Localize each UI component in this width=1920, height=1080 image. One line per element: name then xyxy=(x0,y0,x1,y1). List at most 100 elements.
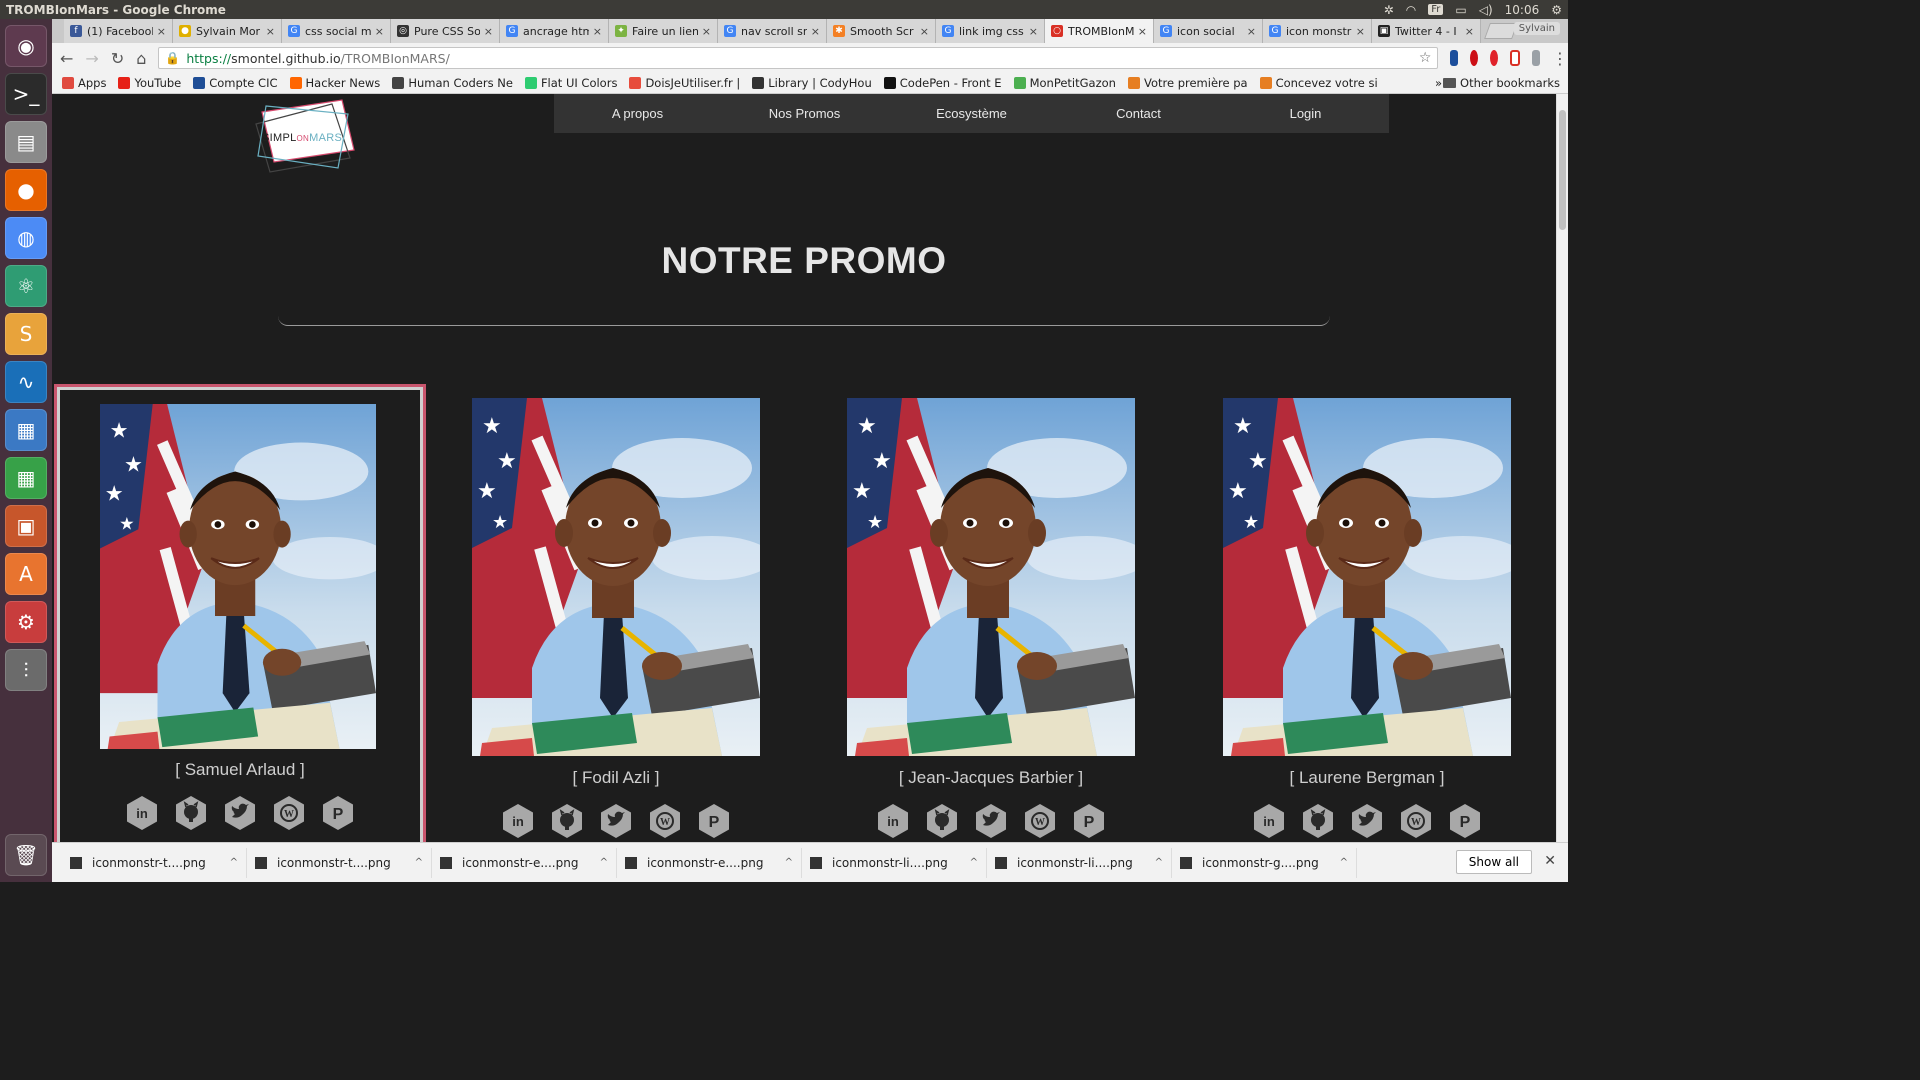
browser-tab[interactable]: Glink img css × xyxy=(936,19,1045,43)
bookmark-item[interactable]: DoisJeUtiliser.fr | xyxy=(629,76,740,90)
member-card[interactable]: ★ ★ ★ ★[ Fodil Azli ] in W P xyxy=(472,398,760,842)
bookmark-item[interactable]: Human Coders Ne xyxy=(392,76,513,90)
power-gear-icon[interactable]: ⚙ xyxy=(1551,3,1562,17)
bookmark-item[interactable]: Votre première pa xyxy=(1127,76,1248,90)
member-card[interactable]: ★ ★ ★ ★[ Jean-Jacques Barbier ] in W P xyxy=(847,398,1135,842)
bookmark-item[interactable]: Compte CIC xyxy=(193,76,278,90)
wordpress-icon[interactable]: W xyxy=(1398,803,1434,839)
browser-tab[interactable]: ● Sylvain Mor × xyxy=(173,19,282,43)
nav-item-contact[interactable]: Contact xyxy=(1055,94,1222,133)
chrome-icon[interactable]: ◍ xyxy=(5,217,47,259)
github-icon[interactable] xyxy=(173,795,209,831)
software-center-icon[interactable]: A xyxy=(5,553,47,595)
tab-close-icon[interactable]: × xyxy=(1247,25,1256,38)
pinterest-icon[interactable]: P xyxy=(320,795,356,831)
calc-icon[interactable]: ▦ xyxy=(5,457,47,499)
github-icon[interactable] xyxy=(549,803,585,839)
nav-item-ecosysteme[interactable]: Ecosystème xyxy=(888,94,1055,133)
download-item[interactable]: iconmonstr-li....png ^ xyxy=(802,847,987,878)
tab-close-icon[interactable]: × xyxy=(920,25,929,38)
gmail-icon[interactable] xyxy=(1510,50,1521,66)
download-menu-caret-icon[interactable]: ^ xyxy=(1155,857,1163,868)
member-card-hovered[interactable]: ★ ★ ★ ★[ Samuel Arlaud ] in W P xyxy=(54,384,426,842)
wordpress-icon[interactable]: W xyxy=(647,803,683,839)
download-item[interactable]: iconmonstr-e....png ^ xyxy=(432,847,617,878)
bookmark-item[interactable]: CodePen - Front E xyxy=(883,76,1002,90)
other-bookmarks-folder[interactable]: Other bookmarks xyxy=(1443,76,1560,90)
browser-tab[interactable]: ◎ Pure CSS So × xyxy=(391,19,500,43)
twitter-icon[interactable] xyxy=(973,803,1009,839)
bookmark-item[interactable]: Library | CodyHou xyxy=(752,76,872,90)
tweak-tool-icon[interactable]: ⫶ xyxy=(5,649,47,691)
keyboard-layout-indicator[interactable]: Fr xyxy=(1428,4,1444,15)
download-item[interactable]: iconmonstr-t....png ^ xyxy=(247,847,432,878)
new-tab-button[interactable] xyxy=(1484,23,1518,39)
atom-icon[interactable]: ⚛ xyxy=(5,265,47,307)
browser-tab[interactable]: Gcss social m × xyxy=(282,19,391,43)
twitter-icon[interactable] xyxy=(222,795,258,831)
browser-tab[interactable]: f (1) Facebook × xyxy=(64,19,173,43)
download-menu-caret-icon[interactable]: ^ xyxy=(970,857,978,868)
clock[interactable]: 10:06 xyxy=(1505,3,1540,17)
page-scrollbar[interactable] xyxy=(1556,94,1568,842)
extension-icon[interactable] xyxy=(1450,50,1459,66)
music-extension-icon[interactable] xyxy=(1532,50,1540,66)
member-card[interactable]: ★ ★ ★ ★[ Laurene Bergman ] in W P xyxy=(1223,398,1511,842)
nav-item-a-propos[interactable]: A propos xyxy=(554,94,721,133)
tab-close-icon[interactable]: × xyxy=(593,25,602,38)
wifi-icon[interactable]: ◠ xyxy=(1406,3,1416,17)
browser-tab[interactable]: ✱ Smooth Scr × xyxy=(827,19,936,43)
download-item[interactable]: iconmonstr-t....png ^ xyxy=(62,847,247,878)
ubuntu-dash-icon[interactable]: ◉ xyxy=(5,25,47,67)
github-icon[interactable] xyxy=(1300,803,1336,839)
browser-tab[interactable]: Gicon social × xyxy=(1154,19,1263,43)
tab-close-icon[interactable]: × xyxy=(484,25,493,38)
profile-button[interactable]: Sylvain xyxy=(1513,22,1560,35)
tab-close-icon[interactable]: × xyxy=(1138,25,1147,38)
twitter-icon[interactable] xyxy=(598,803,634,839)
bookmark-item[interactable]: MonPetitGazon xyxy=(1013,76,1116,90)
download-menu-caret-icon[interactable]: ^ xyxy=(1340,857,1348,868)
member-photo[interactable]: ★ ★ ★ ★ xyxy=(100,404,376,749)
slack-icon[interactable]: S xyxy=(5,313,47,355)
nav-item-login[interactable]: Login xyxy=(1222,94,1389,133)
battery-icon[interactable]: ▭ xyxy=(1455,3,1466,17)
browser-tab[interactable]: ✦ Faire un lien × xyxy=(609,19,718,43)
show-all-button[interactable]: Show all xyxy=(1455,850,1532,874)
settings-sync-icon[interactable]: ✲ xyxy=(1384,3,1394,17)
browser-tab[interactable]: Gnav scroll sr × xyxy=(718,19,827,43)
bookmark-item[interactable]: Apps xyxy=(62,76,106,90)
linkedin-icon[interactable]: in xyxy=(1251,803,1287,839)
linkedin-icon[interactable]: in xyxy=(875,803,911,839)
download-item[interactable]: iconmonstr-e....png ^ xyxy=(617,847,802,878)
member-photo[interactable]: ★ ★ ★ ★ xyxy=(1223,398,1511,756)
download-menu-caret-icon[interactable]: ^ xyxy=(415,857,423,868)
wordpress-icon[interactable]: W xyxy=(271,795,307,831)
pinterest-icon[interactable]: P xyxy=(696,803,732,839)
lock-icon[interactable]: 🔒 xyxy=(165,51,180,65)
download-menu-caret-icon[interactable]: ^ xyxy=(785,857,793,868)
wordpress-icon[interactable]: W xyxy=(1022,803,1058,839)
browser-tab[interactable]: Gancrage htm × xyxy=(500,19,609,43)
member-photo[interactable]: ★ ★ ★ ★ xyxy=(847,398,1135,756)
terminal-icon[interactable]: >_ xyxy=(5,73,47,115)
browser-tab[interactable]: Gicon monstr × xyxy=(1263,19,1372,43)
download-menu-caret-icon[interactable]: ^ xyxy=(600,857,608,868)
nav-item-nos-promos[interactable]: Nos Promos xyxy=(721,94,888,133)
bookmark-item[interactable]: Hacker News xyxy=(289,76,380,90)
volume-icon[interactable]: ◁) xyxy=(1479,3,1493,17)
tab-close-icon[interactable]: × xyxy=(1356,25,1365,38)
linkedin-icon[interactable]: in xyxy=(500,803,536,839)
bookmark-item[interactable]: Concevez votre si xyxy=(1259,76,1378,90)
linkedin-icon[interactable]: in xyxy=(124,795,160,831)
member-photo[interactable]: ★ ★ ★ ★ xyxy=(472,398,760,756)
bookmark-item[interactable]: Flat UI Colors xyxy=(524,76,617,90)
address-bar[interactable]: 🔒 https:// smontel.github.io /TROMBIonMA… xyxy=(158,47,1439,69)
back-icon[interactable]: ← xyxy=(60,49,73,68)
twitter-icon[interactable] xyxy=(1349,803,1385,839)
reload-icon[interactable]: ↻ xyxy=(111,49,124,68)
browser-tab[interactable]: ▣ Twitter 4 - I × xyxy=(1372,19,1481,43)
download-item[interactable]: iconmonstr-g....png ^ xyxy=(1172,847,1357,878)
bookmark-item[interactable]: YouTube xyxy=(118,76,181,90)
bookmark-star-icon[interactable]: ☆ xyxy=(1419,50,1432,66)
